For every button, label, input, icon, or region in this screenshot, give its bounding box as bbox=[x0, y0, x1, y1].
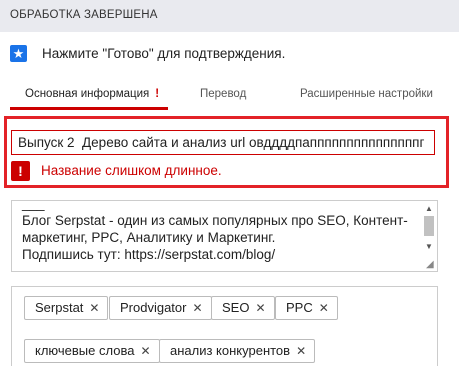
tag-chip: Serpstat ✕ bbox=[24, 296, 109, 320]
remove-tag-icon[interactable]: ✕ bbox=[89, 301, 99, 315]
scroll-down-icon[interactable]: ▼ bbox=[423, 242, 435, 252]
tag-chip: SEO ✕ bbox=[211, 296, 275, 320]
tab-bar: Основная информация! Перевод Расширенные… bbox=[10, 84, 459, 110]
status-header: ОБРАБОТКА ЗАВЕРШЕНА bbox=[0, 0, 459, 32]
tag-label: Prodvigator bbox=[120, 300, 187, 315]
error-badge-icon: ! bbox=[155, 88, 160, 100]
tag-label: анализ конкурентов bbox=[170, 343, 291, 358]
tags-field[interactable]: Serpstat ✕ Prodvigator ✕ SEO ✕ PPC ✕ ключевы… bbox=[11, 286, 438, 366]
active-tab-indicator bbox=[10, 107, 168, 110]
tab-advanced-settings[interactable]: Расширенные настройки bbox=[300, 88, 433, 100]
tab-basic-info-label: Основная информация bbox=[25, 88, 150, 100]
notice-text: Нажмите "Готово" для подтверждения. bbox=[42, 46, 286, 61]
remove-tag-icon[interactable]: ✕ bbox=[296, 344, 306, 358]
error-icon: ! bbox=[11, 161, 30, 181]
tag-label: ключевые слова bbox=[35, 343, 135, 358]
status-title: ОБРАБОТКА ЗАВЕРШЕНА bbox=[10, 9, 158, 21]
description-textarea[interactable]: ___ Блог Serpstat - один из самых популя… bbox=[11, 200, 438, 272]
error-message: Название слишком длинное. bbox=[41, 163, 222, 178]
tag-chip: Prodvigator ✕ bbox=[109, 296, 212, 320]
remove-tag-icon[interactable]: ✕ bbox=[255, 301, 265, 315]
tab-basic-info[interactable]: Основная информация! bbox=[25, 88, 159, 100]
tag-label: PPC bbox=[286, 300, 313, 315]
tag-chip: PPC ✕ bbox=[275, 296, 338, 320]
tag-chip: ключевые слова ✕ bbox=[24, 339, 160, 363]
title-input[interactable] bbox=[11, 130, 435, 155]
tag-label: Serpstat bbox=[35, 300, 84, 315]
star-icon: ★ bbox=[10, 45, 27, 62]
tab-translation[interactable]: Перевод bbox=[200, 88, 246, 100]
remove-tag-icon[interactable]: ✕ bbox=[192, 301, 202, 315]
tag-chip: анализ конкурентов ✕ bbox=[159, 339, 316, 363]
resize-grip-icon[interactable]: ◢ bbox=[426, 260, 436, 270]
scroll-up-icon[interactable]: ▲ bbox=[423, 204, 435, 214]
description-text: ___ Блог Serpstat - один из самых популя… bbox=[22, 200, 408, 262]
remove-tag-icon[interactable]: ✕ bbox=[140, 344, 150, 358]
tag-label: SEO bbox=[222, 300, 250, 315]
scroll-thumb[interactable] bbox=[424, 216, 434, 236]
remove-tag-icon[interactable]: ✕ bbox=[319, 301, 329, 315]
